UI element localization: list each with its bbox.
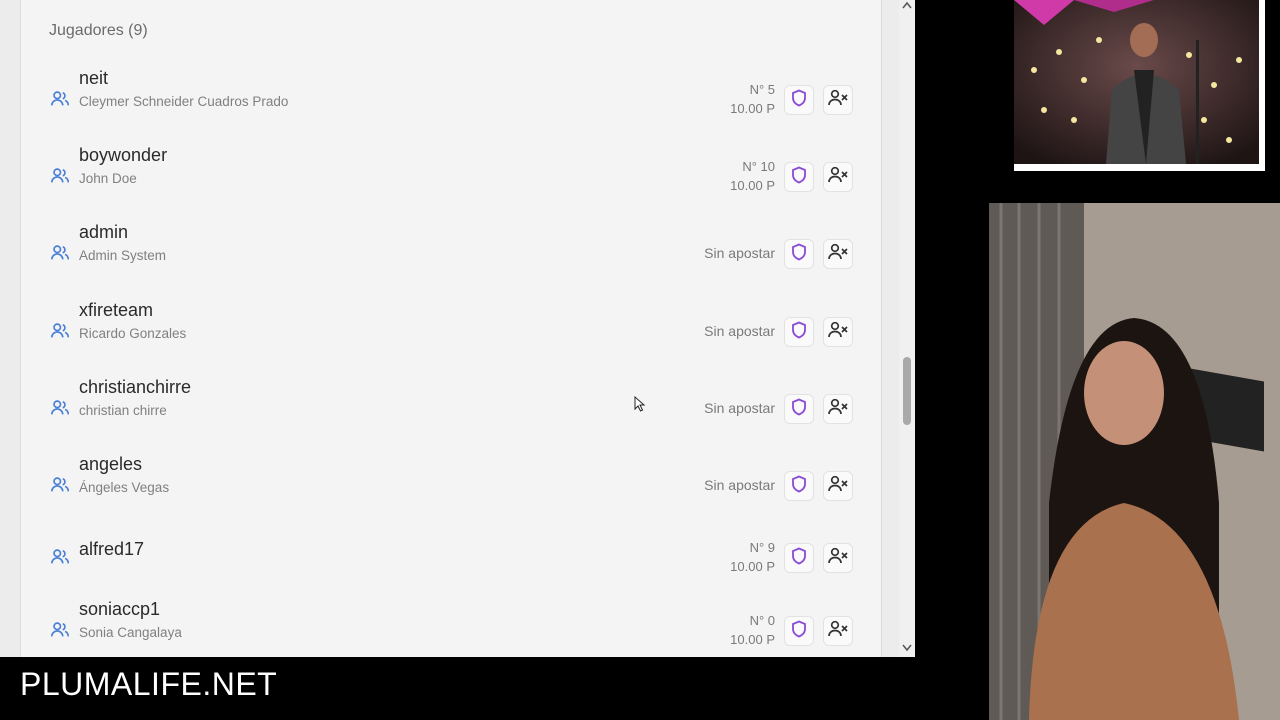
player-row: christianchirre christian chirre Sin apost… xyxy=(21,377,881,437)
bet-info: N° 5 10.00 P xyxy=(730,80,775,118)
player-username: xfireteam xyxy=(79,300,154,320)
bet-amount: 10.00 P xyxy=(730,559,775,574)
bet-info: N° 9 10.00 P xyxy=(730,538,775,576)
player-row: admin Admin System Sin apostar xyxy=(21,222,881,282)
users-icon xyxy=(49,397,71,419)
make-admin-button[interactable] xyxy=(784,162,814,192)
make-admin-button[interactable] xyxy=(784,543,814,573)
bet-info: N° 10 10.00 P xyxy=(730,157,775,195)
user-remove-icon xyxy=(828,89,848,112)
remove-player-button[interactable] xyxy=(823,85,853,115)
player-row: alfred17 N° 9 10.00 P xyxy=(21,536,881,596)
player-username: alfred17 xyxy=(79,539,145,559)
users-icon xyxy=(49,242,71,264)
remove-player-button[interactable] xyxy=(823,616,853,646)
shield-icon xyxy=(791,398,807,421)
bet-status: Sin apostar xyxy=(704,400,775,416)
users-icon xyxy=(49,546,71,568)
scroll-thumb[interactable] xyxy=(903,357,911,425)
users-icon xyxy=(49,474,71,496)
music-video-frame xyxy=(1014,0,1259,164)
shield-icon xyxy=(791,321,807,344)
bet-number: N° 0 xyxy=(749,613,775,628)
shield-icon xyxy=(791,243,807,266)
remove-player-button[interactable] xyxy=(823,471,853,501)
music-video-overlay xyxy=(1014,0,1265,171)
player-row: xfireteam Ricardo Gonzales Sin apostar xyxy=(21,300,881,360)
players-app: Jugadores (9) neit Cleymer Schneider Cuad… xyxy=(0,0,900,657)
player-username: neit xyxy=(79,68,109,88)
players-card: Jugadores (9) neit Cleymer Schneider Cuad… xyxy=(20,0,882,657)
shield-icon xyxy=(791,166,807,189)
player-username: angeles xyxy=(79,454,143,474)
user-remove-icon xyxy=(828,620,848,643)
player-row: angeles Ángeles Vegas Sin apostar xyxy=(21,454,881,514)
player-full-name: Admin System xyxy=(79,248,167,263)
remove-player-button[interactable] xyxy=(823,317,853,347)
player-row: boywonder John Doe N° 10 10.00 P xyxy=(21,145,881,205)
user-remove-icon xyxy=(828,166,848,189)
player-full-name: christian chirre xyxy=(79,403,167,418)
scroll-down-icon[interactable] xyxy=(902,644,912,652)
player-username: soniaccp1 xyxy=(79,599,161,619)
make-admin-button[interactable] xyxy=(784,85,814,115)
make-admin-button[interactable] xyxy=(784,239,814,269)
bet-number: N° 5 xyxy=(749,82,775,97)
bet-amount: 10.00 P xyxy=(730,101,775,116)
shield-icon xyxy=(791,475,807,498)
player-row: neit Cleymer Schneider Cuadros Prado N° 5 1… xyxy=(21,68,881,128)
player-row: soniaccp1 Sonia Cangalaya N° 0 10.00 P xyxy=(21,599,881,657)
player-full-name: Ángeles Vegas xyxy=(79,480,170,495)
webcam-overlay xyxy=(989,203,1280,720)
webcam-image xyxy=(989,203,1280,720)
user-remove-icon xyxy=(828,243,848,266)
make-admin-button[interactable] xyxy=(784,471,814,501)
mouse-cursor-icon xyxy=(634,396,646,412)
player-full-name: Ricardo Gonzales xyxy=(79,326,187,341)
users-icon xyxy=(49,88,71,110)
remove-player-button[interactable] xyxy=(823,162,853,192)
user-remove-icon xyxy=(828,321,848,344)
vertical-scrollbar[interactable] xyxy=(899,0,915,657)
bet-status: Sin apostar xyxy=(704,477,775,493)
bet-amount: 10.00 P xyxy=(730,632,775,647)
player-username: boywonder xyxy=(79,145,168,165)
scroll-up-icon[interactable] xyxy=(902,1,912,9)
remove-player-button[interactable] xyxy=(823,543,853,573)
player-full-name: John Doe xyxy=(79,171,137,186)
bet-number: N° 9 xyxy=(749,540,775,555)
bet-number: N° 10 xyxy=(742,159,775,174)
remove-player-button[interactable] xyxy=(823,394,853,424)
make-admin-button[interactable] xyxy=(784,616,814,646)
user-remove-icon xyxy=(828,547,848,570)
user-remove-icon xyxy=(828,398,848,421)
make-admin-button[interactable] xyxy=(784,317,814,347)
bet-info: N° 0 10.00 P xyxy=(730,611,775,649)
users-icon xyxy=(49,619,71,641)
players-section-title: Jugadores (9) xyxy=(49,22,148,39)
shield-icon xyxy=(791,620,807,643)
player-username: admin xyxy=(79,222,129,242)
users-icon xyxy=(49,320,71,342)
singer-video-image xyxy=(1014,0,1259,164)
player-username: christianchirre xyxy=(79,377,192,397)
player-full-name: Cleymer Schneider Cuadros Prado xyxy=(79,94,289,109)
make-admin-button[interactable] xyxy=(784,394,814,424)
shield-icon xyxy=(791,547,807,570)
bet-status: Sin apostar xyxy=(704,323,775,339)
bet-status: Sin apostar xyxy=(704,245,775,261)
bet-amount: 10.00 P xyxy=(730,178,775,193)
remove-player-button[interactable] xyxy=(823,239,853,269)
users-icon xyxy=(49,165,71,187)
shield-icon xyxy=(791,89,807,112)
player-full-name: Sonia Cangalaya xyxy=(79,625,182,640)
brand-watermark: PLUMALIFE.NET xyxy=(20,666,278,702)
user-remove-icon xyxy=(828,475,848,498)
